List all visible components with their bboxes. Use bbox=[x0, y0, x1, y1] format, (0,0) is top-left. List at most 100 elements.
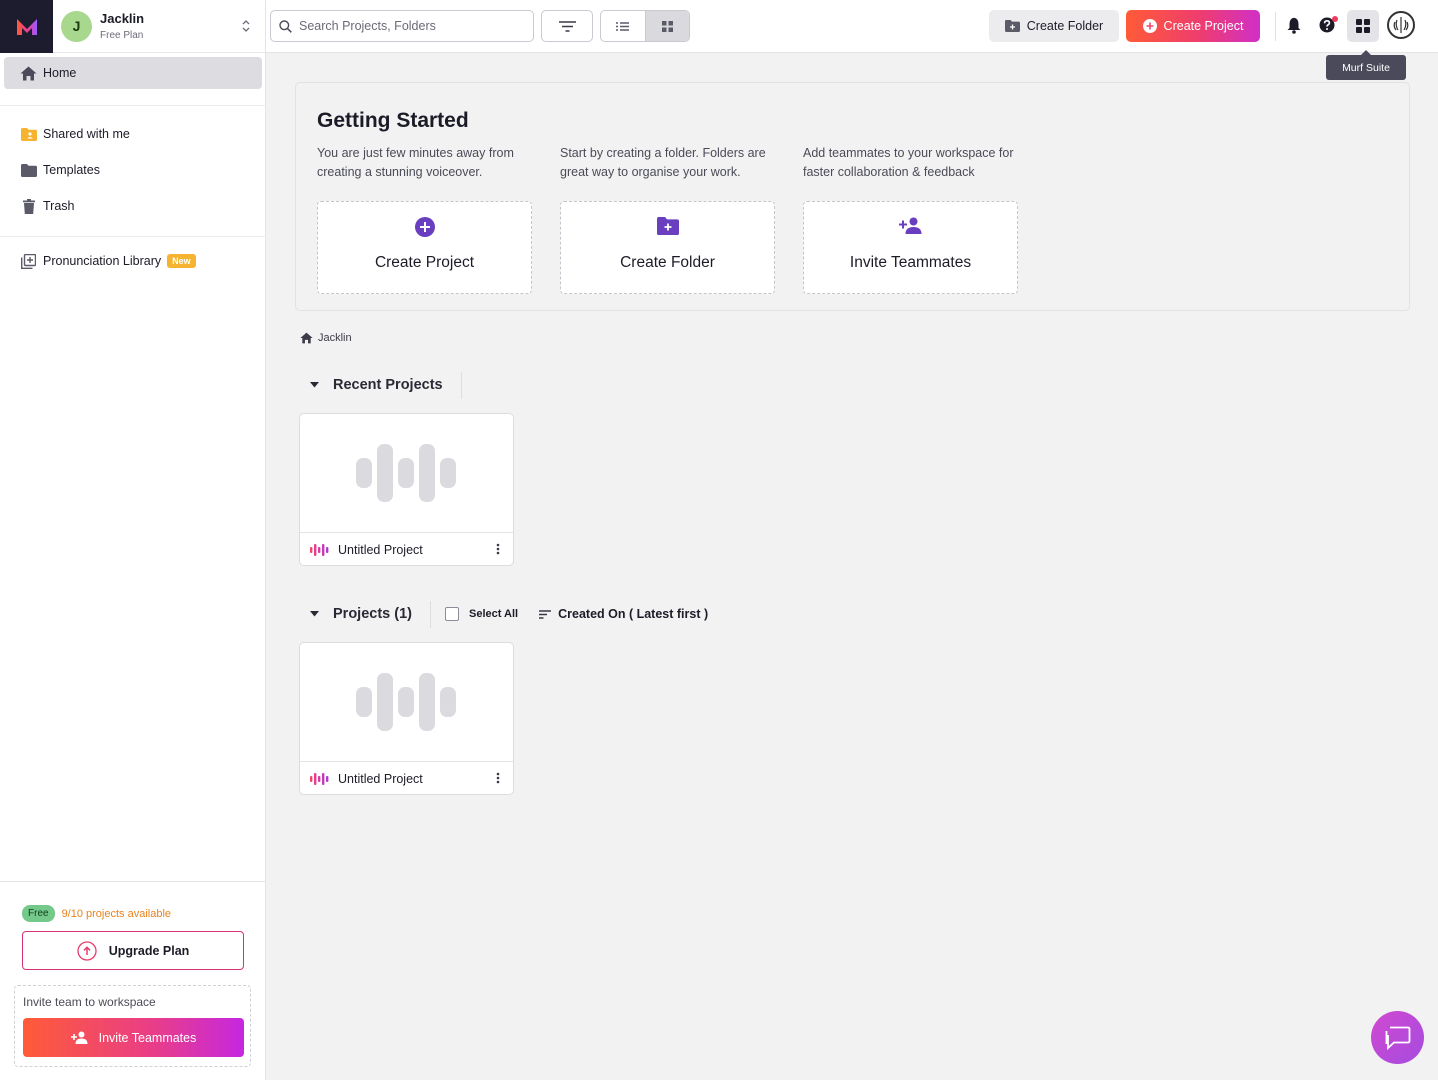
trash-icon bbox=[20, 198, 37, 215]
folder-add-icon bbox=[1004, 20, 1027, 32]
sidebar-item-label: Home bbox=[43, 66, 77, 80]
invite-teammates-card[interactable]: Invite Teammates bbox=[803, 201, 1018, 294]
project-thumbnail bbox=[300, 414, 513, 533]
top-bar: Create Folder Create Project bbox=[266, 0, 1438, 53]
project-name: Untitled Project bbox=[338, 771, 423, 786]
create-project-label: Create Project bbox=[1163, 19, 1244, 33]
chat-icon bbox=[1385, 1026, 1411, 1050]
recent-projects-header: Recent Projects bbox=[300, 370, 462, 400]
search-box[interactable] bbox=[270, 10, 534, 42]
upgrade-plan-label: Upgrade Plan bbox=[108, 943, 190, 958]
account-switcher[interactable]: J Jacklin Free Plan bbox=[53, 0, 266, 53]
grid-icon bbox=[661, 20, 673, 32]
sidebar-item-label: Pronunciation Library bbox=[43, 254, 162, 268]
caret-down-icon[interactable] bbox=[310, 611, 326, 617]
upgrade-plan-button[interactable]: Upgrade Plan bbox=[22, 931, 244, 970]
person-add-icon bbox=[70, 1031, 99, 1044]
card-description: You are just few minutes away from creat… bbox=[317, 146, 514, 179]
recent-projects-title: Recent Projects bbox=[333, 377, 443, 393]
getting-started-title: Getting Started bbox=[317, 109, 469, 132]
projects-title: Projects (1) bbox=[333, 606, 412, 622]
filter-icon bbox=[558, 20, 576, 32]
plus-circle-icon bbox=[414, 217, 435, 237]
invite-team-label: Invite team to workspace bbox=[23, 995, 156, 1009]
waveform-icon bbox=[310, 543, 329, 556]
invite-team-box: Invite team to workspace Invite Teammate… bbox=[14, 985, 251, 1067]
filter-button[interactable] bbox=[541, 10, 593, 42]
sidebar: J Jacklin Free Plan Home Shared with me bbox=[0, 0, 266, 1080]
home-icon bbox=[20, 65, 37, 82]
card-description: Add teammates to your workspace for fast… bbox=[803, 146, 1014, 179]
getting-started-create-folder: Start by creating a folder. Folders are … bbox=[560, 144, 775, 294]
search-icon bbox=[279, 19, 292, 33]
breadcrumb[interactable]: Jacklin bbox=[300, 332, 352, 344]
search-input[interactable] bbox=[299, 19, 519, 33]
card-label: Create Folder bbox=[620, 254, 715, 271]
create-project-button[interactable]: Create Project bbox=[1126, 10, 1260, 42]
chat-support-button[interactable] bbox=[1371, 1011, 1424, 1064]
murf-logo[interactable] bbox=[0, 0, 53, 53]
view-toggle bbox=[600, 10, 690, 42]
create-folder-card[interactable]: Create Folder bbox=[560, 201, 775, 294]
profile-avatar[interactable] bbox=[1387, 11, 1415, 39]
shared-folder-icon bbox=[20, 126, 37, 143]
folder-add-icon bbox=[656, 217, 679, 237]
plan-badge: Free bbox=[22, 905, 55, 922]
projects-available-text: 9/10 projects available bbox=[61, 907, 172, 920]
getting-started-panel: Getting Started You are just few minutes… bbox=[295, 82, 1410, 311]
grid-view-button[interactable] bbox=[644, 11, 689, 41]
select-all-label: Select All bbox=[468, 608, 519, 620]
bell-icon[interactable] bbox=[1287, 17, 1301, 34]
card-label: Create Project bbox=[374, 254, 475, 271]
murf-suite-button[interactable] bbox=[1347, 10, 1379, 42]
account-avatar: J bbox=[61, 10, 92, 42]
divider bbox=[1275, 12, 1276, 41]
breadcrumb-label: Jacklin bbox=[318, 332, 352, 344]
sidebar-item-label: Trash bbox=[43, 199, 75, 213]
sidebar-item-trash[interactable]: Trash bbox=[0, 188, 266, 224]
divider bbox=[429, 600, 431, 628]
sidebar-item-templates[interactable]: Templates bbox=[0, 152, 266, 188]
arrow-up-circle-icon bbox=[77, 940, 97, 961]
waveform-icon bbox=[310, 772, 329, 785]
sidebar-nav: Home Shared with me Templates Trash Pron… bbox=[0, 53, 266, 279]
divider bbox=[0, 105, 266, 106]
list-view-button[interactable] bbox=[601, 11, 645, 41]
caret-down-icon[interactable] bbox=[310, 382, 326, 388]
divider bbox=[0, 236, 266, 237]
sidebar-item-shared[interactable]: Shared with me bbox=[0, 116, 266, 152]
account-name: Jacklin bbox=[100, 11, 145, 26]
invite-teammates-label: Invite Teammates bbox=[98, 1030, 197, 1045]
recent-project-card[interactable]: Untitled Project bbox=[299, 413, 514, 566]
sort-label: Created On ( Latest first ) bbox=[558, 607, 709, 621]
chevron-updown-icon bbox=[242, 19, 250, 33]
sidebar-item-pronunciation-library[interactable]: Pronunciation Library New bbox=[0, 243, 266, 279]
sidebar-item-home[interactable]: Home bbox=[4, 57, 262, 89]
plan-panel: Free 9/10 projects available Upgrade Pla… bbox=[0, 881, 266, 1080]
select-all-checkbox[interactable]: Select All bbox=[444, 607, 519, 621]
person-add-icon bbox=[898, 217, 923, 237]
create-folder-button[interactable]: Create Folder bbox=[989, 10, 1119, 42]
project-thumbnail bbox=[300, 643, 513, 762]
more-vertical-icon[interactable] bbox=[496, 542, 500, 556]
apps-grid-icon bbox=[1356, 19, 1370, 33]
project-card[interactable]: Untitled Project bbox=[299, 642, 514, 795]
more-vertical-icon[interactable] bbox=[496, 771, 500, 785]
divider bbox=[460, 371, 462, 399]
murf-suite-tooltip: Murf Suite bbox=[1326, 50, 1406, 80]
getting-started-create-project: You are just few minutes away from creat… bbox=[317, 144, 532, 294]
checkbox[interactable] bbox=[444, 607, 459, 621]
waveform-placeholder-icon bbox=[356, 673, 456, 731]
sort-icon bbox=[539, 609, 558, 619]
home-icon bbox=[300, 332, 313, 344]
sidebar-item-label: Shared with me bbox=[43, 127, 130, 141]
create-project-card[interactable]: Create Project bbox=[317, 201, 532, 294]
notification-dot bbox=[1332, 16, 1338, 22]
list-icon bbox=[616, 21, 630, 31]
sort-dropdown[interactable]: Created On ( Latest first ) bbox=[539, 607, 708, 621]
invite-teammates-button[interactable]: Invite Teammates bbox=[23, 1018, 244, 1057]
project-name: Untitled Project bbox=[338, 542, 423, 557]
sidebar-item-label: Templates bbox=[43, 163, 100, 177]
projects-header: Projects (1) Select All Created On ( Lat… bbox=[300, 599, 708, 629]
card-label: Invite Teammates bbox=[849, 254, 972, 271]
